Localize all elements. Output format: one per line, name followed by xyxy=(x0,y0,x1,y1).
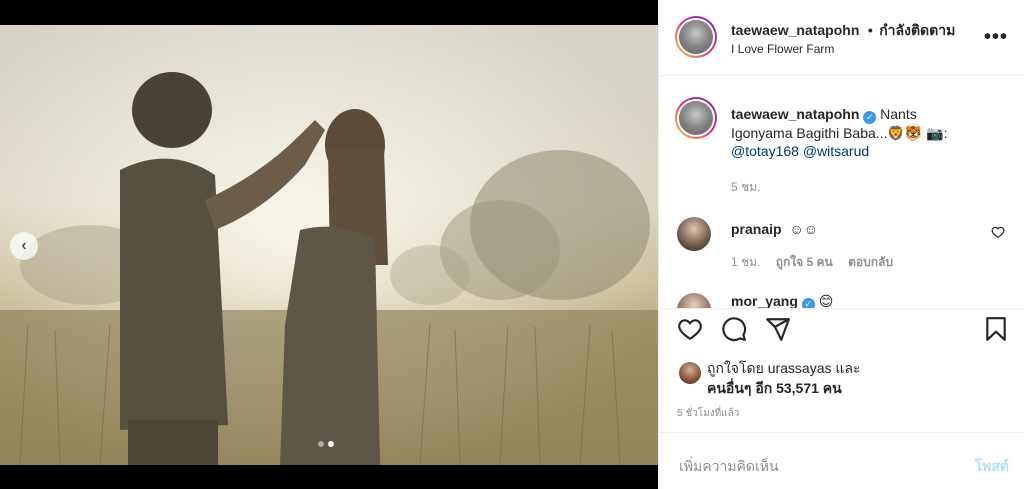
comment-like-button[interactable] xyxy=(991,225,1005,239)
comments-section: taewaew_natapohn ✓ Nants Igonyama Bagith… xyxy=(659,77,1024,309)
heart-icon[interactable] xyxy=(677,316,703,342)
liker-avatar[interactable] xyxy=(679,362,701,384)
heart-small-icon xyxy=(991,226,1005,238)
author-avatar[interactable] xyxy=(675,16,717,58)
commenter-avatar-2[interactable] xyxy=(677,293,711,308)
caption-time[interactable]: 5 ชม. xyxy=(731,178,760,197)
author-username[interactable]: taewaew_natapohn xyxy=(731,22,859,38)
slide-indicator xyxy=(318,441,334,447)
post-location[interactable]: I Love Flower Farm xyxy=(731,42,834,56)
more-options-button[interactable]: ••• xyxy=(984,26,1008,49)
caption-avatar[interactable] xyxy=(675,97,717,139)
previous-slide-button[interactable]: ‹ xyxy=(10,232,38,260)
post-header: taewaew_natapohn • กำลังติดตาม I Love Fl… xyxy=(659,0,1024,76)
chevron-left-icon: ‹ xyxy=(21,237,27,254)
comment-meta: 1 ชม. ถูกใจ 5 คน ตอบกลับ xyxy=(731,253,893,272)
bookmark-icon[interactable] xyxy=(983,316,1009,342)
caption: taewaew_natapohn ✓ Nants Igonyama Bagith… xyxy=(731,105,961,160)
comment-reply-button[interactable]: ตอบกลับ xyxy=(848,255,893,269)
post-sidebar: taewaew_natapohn • กำลังติดตาม I Love Fl… xyxy=(658,0,1024,489)
comment-text: ☺☺ xyxy=(789,221,819,237)
comment-username[interactable]: pranaip xyxy=(731,221,782,237)
comment-item-2: mor_yang ✓ 😊 xyxy=(731,293,834,309)
slide-dot-1 xyxy=(318,441,324,447)
photo-pane: ‹ xyxy=(0,0,658,489)
comment-item: pranaip ☺☺ xyxy=(731,221,818,237)
comment-text-2: 😊 xyxy=(818,293,834,309)
post-timestamp[interactable]: 5 ชั่วโมงที่แล้ว xyxy=(677,406,739,421)
action-bar xyxy=(675,316,1009,356)
more-horizontal-icon: ••• xyxy=(983,26,1008,48)
comment-username-2[interactable]: mor_yang xyxy=(731,293,798,308)
comment-time[interactable]: 1 ชม. xyxy=(731,255,760,269)
mention-totay168[interactable]: @totay168 xyxy=(731,143,799,159)
post-comment-button[interactable]: โพสต์ xyxy=(975,456,1009,478)
caption-text-1: Nants xyxy=(880,106,917,122)
verified-badge-icon: ✓ xyxy=(863,110,877,124)
comment-likes[interactable]: ถูกใจ 5 คน xyxy=(776,255,833,269)
following-status[interactable]: กำลังติดตาม xyxy=(879,22,955,38)
comment-input[interactable]: เพิ่มความคิดเห็น xyxy=(679,456,779,478)
slide-dot-2 xyxy=(328,441,334,447)
caption-text-2: Igonyama Bagithi Baba...🦁🐯 📷: xyxy=(731,124,948,141)
send-icon[interactable] xyxy=(765,316,791,342)
commenter-avatar[interactable] xyxy=(677,217,711,251)
separator-dot: • xyxy=(867,22,873,38)
add-comment-bar: เพิ่มความคิดเห็น โพสต์ xyxy=(659,432,1024,489)
comment-icon[interactable] xyxy=(721,316,747,342)
likes-count[interactable]: คนอื่นๆ อีก 53,571 คน xyxy=(707,378,861,398)
photo-scene xyxy=(0,25,658,465)
caption-username[interactable]: taewaew_natapohn xyxy=(731,106,859,122)
mention-witsarud[interactable]: @witsarud xyxy=(803,143,869,159)
likes-line-1[interactable]: ถูกใจโดย urassayas และ xyxy=(707,358,861,378)
post-photo[interactable] xyxy=(0,25,658,465)
verified-badge-icon-2: ✓ xyxy=(801,298,815,308)
